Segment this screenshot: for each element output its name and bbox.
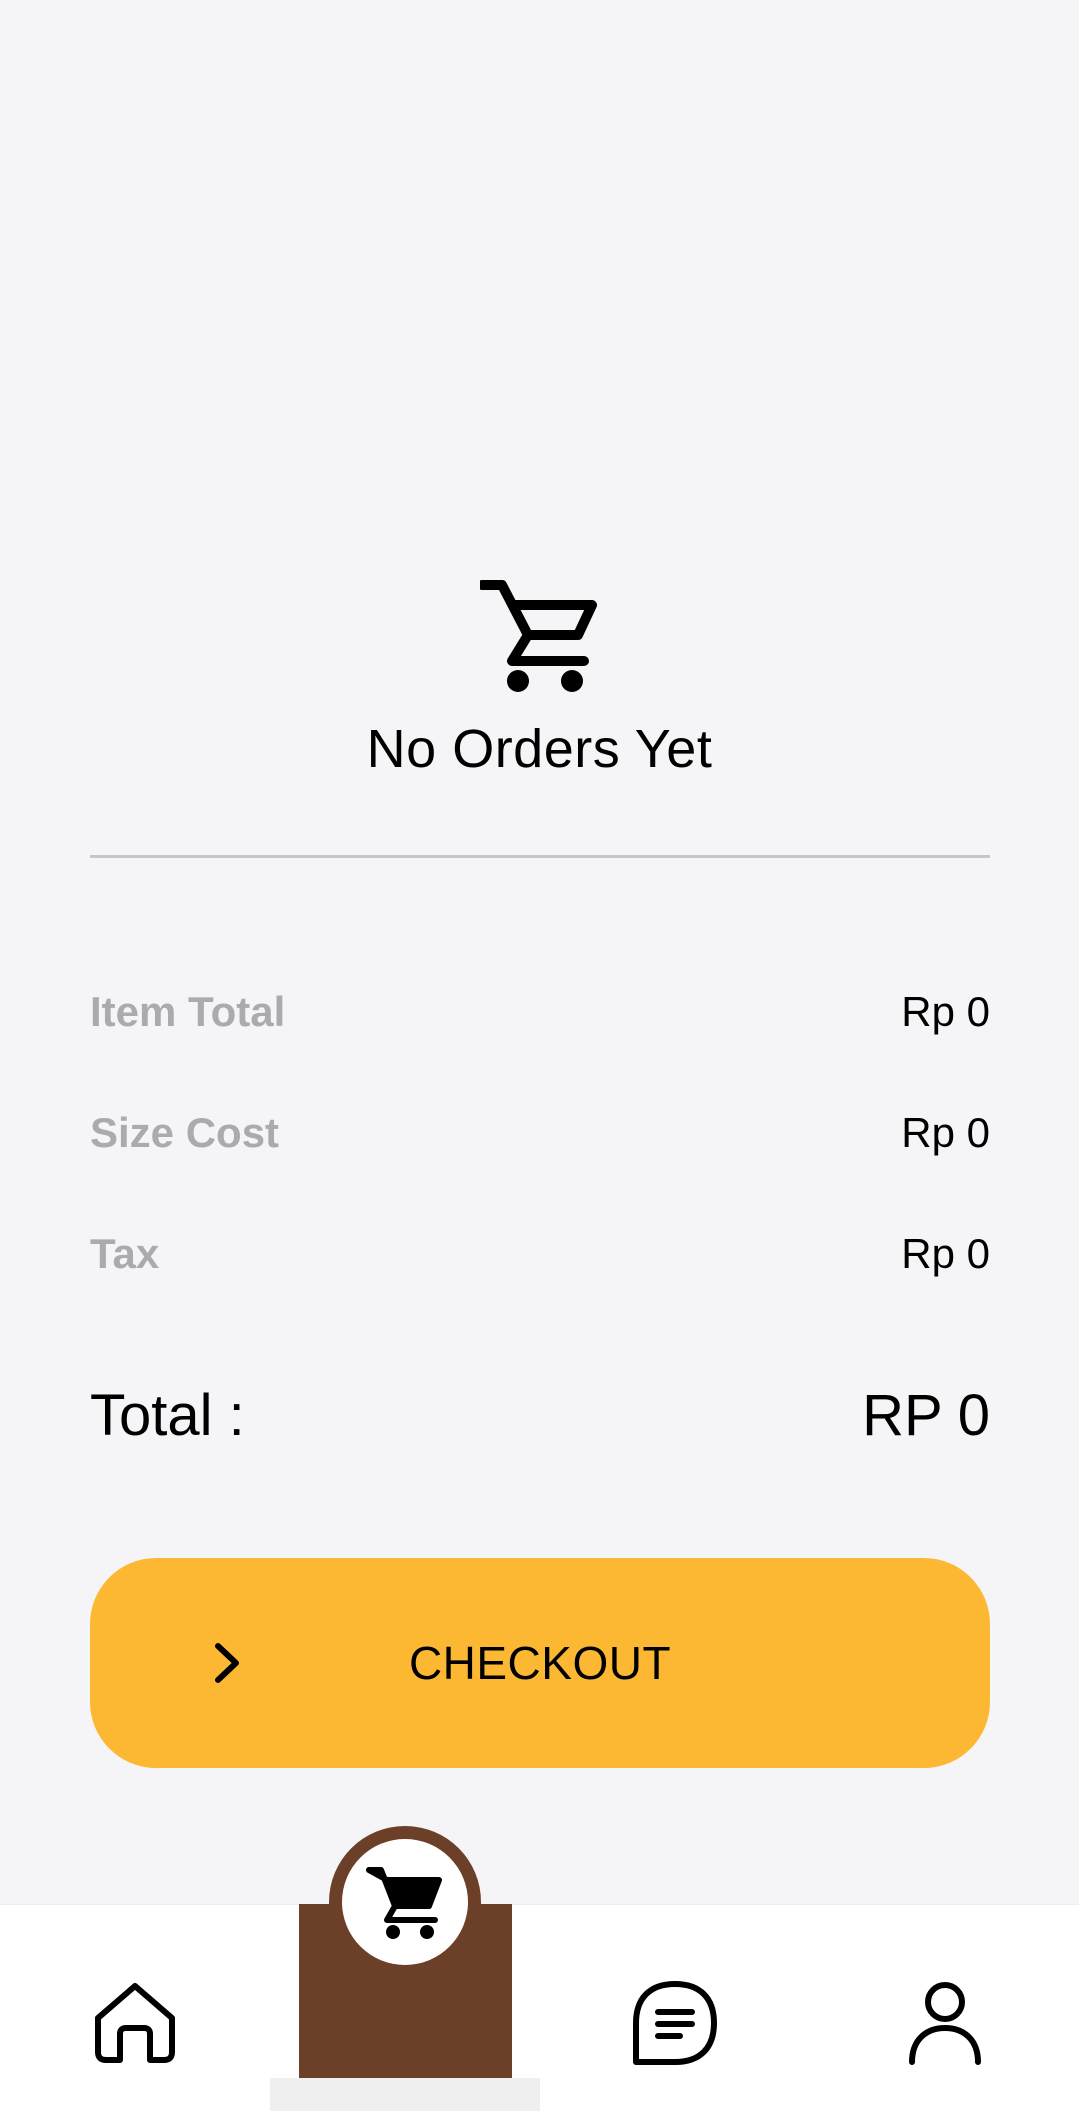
shopping-cart-icon: [366, 1867, 442, 1939]
total-value: RP 0: [862, 1382, 990, 1448]
total-row: Total : RP 0: [90, 1380, 990, 1450]
empty-cart-title: No Orders Yet: [366, 719, 713, 779]
summary-row-tax: Tax Rp 0: [90, 1224, 990, 1284]
summary-label: Size Cost: [90, 1109, 280, 1156]
divider: [90, 855, 990, 858]
summary-value: Rp 0: [901, 1109, 990, 1156]
chevron-right-icon: [215, 1643, 239, 1683]
summary-value: Rp 0: [901, 1230, 990, 1277]
summary-row-item-total: Item Total Rp 0: [90, 982, 990, 1042]
nav-cart-inner: [342, 1839, 468, 1965]
nav-profile[interactable]: [900, 1978, 990, 2068]
nav-orders[interactable]: [630, 1978, 720, 2068]
nav-home[interactable]: [90, 1978, 180, 2068]
home-indicator: [270, 2078, 540, 2111]
summary-row-size-cost: Size Cost Rp 0: [90, 1103, 990, 1163]
total-label: Total :: [90, 1382, 245, 1448]
nav-cart[interactable]: [329, 1826, 481, 1978]
empty-cart-state: No Orders Yet: [0, 575, 1079, 781]
home-icon: [95, 1983, 175, 2063]
shopping-cart-icon: [479, 580, 597, 692]
cart-screen: No Orders Yet Item Total Rp 0 Size Cost …: [0, 0, 1079, 2111]
checkout-button[interactable]: CHECKOUT: [90, 1558, 990, 1768]
summary-label: Tax: [90, 1230, 160, 1277]
summary-label: Item Total: [90, 988, 286, 1035]
menu-list-icon: [633, 1981, 717, 2065]
summary-value: Rp 0: [901, 988, 990, 1035]
checkout-label: CHECKOUT: [408, 1637, 672, 1689]
profile-icon: [909, 1982, 981, 2065]
